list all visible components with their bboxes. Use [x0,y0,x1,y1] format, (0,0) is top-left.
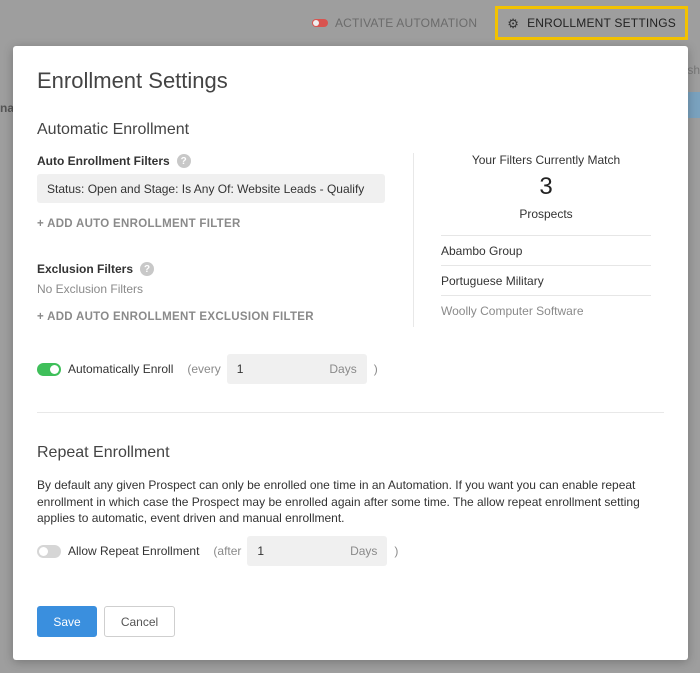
cancel-button[interactable]: Cancel [104,606,175,637]
enroll-interval-value: 1 [236,362,244,376]
allow-repeat-enrollment-toggle[interactable] [37,544,61,558]
auto-enrollment-filters-label: Auto Enrollment Filters ? [37,154,191,168]
background-text-fragment-right: sh [687,63,700,77]
auto-enroll-toggle[interactable] [37,362,61,376]
activate-automation-toggle[interactable]: ACTIVATE AUTOMATION [311,16,478,30]
exclusion-filters-label: Exclusion Filters ? [37,262,155,276]
enrollment-settings-label: ENROLLMENT SETTINGS [527,16,676,30]
list-item[interactable]: Woolly Computer Software [441,296,651,326]
match-count: 3 [539,173,553,200]
auto-enroll-label: Automatically Enroll [68,362,174,376]
modal-title: Enrollment Settings [37,68,228,93]
enroll-interval-field[interactable]: 1 Days [226,354,367,384]
match-title: Your Filters Currently Match [471,153,621,167]
list-item[interactable]: Abambo Group [441,236,651,266]
close-paren: ) [394,544,399,558]
background-text-fragment-left: na [0,101,15,115]
match-unit: Prospects [519,207,573,221]
top-toolbar: ACTIVATE AUTOMATION ⚙ ENROLLMENT SETTING… [0,0,700,46]
repeat-interval-field[interactable]: 1 Days [247,536,388,566]
auto-enrollment-filter-item[interactable]: Status: Open and Stage: Is Any Of: Websi… [37,174,385,203]
auto-enroll-row: Automatically Enroll (every 1 Days ) [37,354,378,384]
auto-enrollment-filters-text: Auto Enrollment Filters [37,154,170,168]
repeat-interval-unit: Days [350,544,378,558]
automatic-enrollment-title: Automatic Enrollment [37,121,190,138]
repeat-enrollment-description: By default any given Prospect can only b… [37,478,640,525]
allow-repeat-enrollment-label: Allow Repeat Enrollment [68,544,200,558]
enrollment-settings-modal: Enrollment Settings Automatic Enrollment… [13,46,688,660]
exclusion-filters-text: Exclusion Filters [37,262,134,276]
repeat-enroll-row: Allow Repeat Enrollment (after 1 Days ) [37,536,398,566]
list-item[interactable]: Portuguese Military [441,266,651,296]
add-auto-enrollment-filter-link[interactable]: + ADD AUTO ENROLLMENT FILTER [37,218,241,230]
enroll-interval-unit: Days [329,362,357,376]
close-paren: ) [373,362,378,376]
help-icon[interactable]: ? [176,154,191,168]
background-button-fragment [688,92,700,118]
gear-icon: ⚙ [507,15,520,31]
after-label: (after [213,544,242,558]
vertical-divider [413,153,414,327]
no-exclusion-filters-text: No Exclusion Filters [37,282,144,296]
help-icon[interactable]: ? [140,262,155,276]
activate-automation-label: ACTIVATE AUTOMATION [334,16,478,30]
repeat-enrollment-title: Repeat Enrollment [37,444,170,461]
filter-match-panel: Your Filters Currently Match 3 Prospects… [441,153,651,326]
repeat-interval-value: 1 [257,544,265,558]
enrollment-settings-button[interactable]: ⚙ ENROLLMENT SETTINGS [495,6,688,40]
section-divider [37,412,664,413]
save-button[interactable]: Save [37,606,97,637]
activate-switch-icon [311,19,328,27]
add-exclusion-filter-link[interactable]: + ADD AUTO ENROLLMENT EXCLUSION FILTER [37,311,314,323]
every-label: (every [187,362,221,376]
matched-prospects-list: Abambo Group Portuguese Military Woolly … [441,235,651,326]
